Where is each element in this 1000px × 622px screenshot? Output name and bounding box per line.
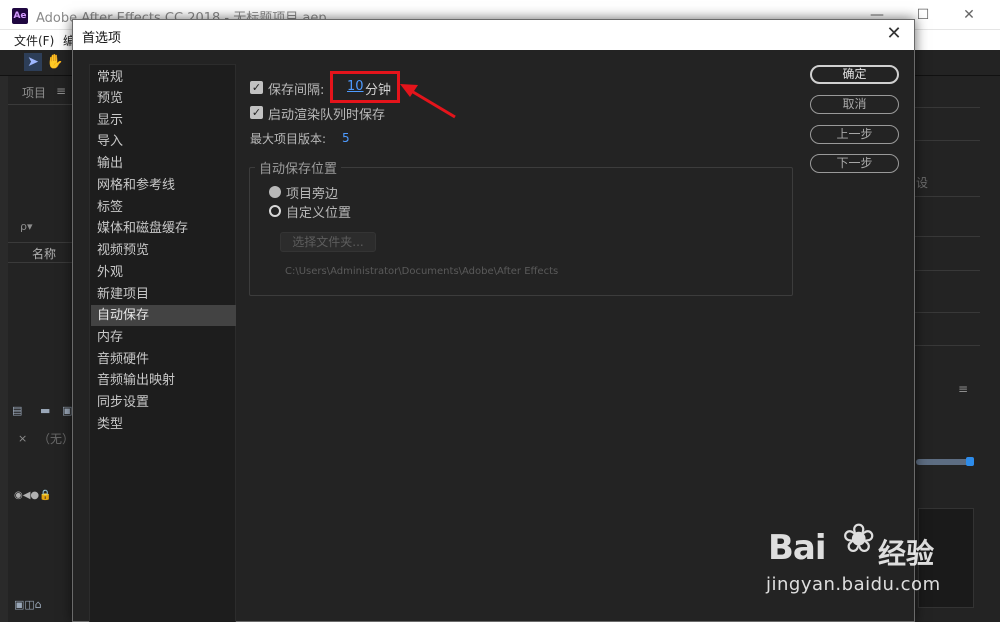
next-button[interactable]: 下一步 xyxy=(810,154,899,173)
panel-divider xyxy=(914,345,980,346)
max-versions-input[interactable]: 5 xyxy=(342,131,350,145)
auto-save-location-title: 自动保存位置 xyxy=(255,158,342,177)
menu-file[interactable]: 文件(F) xyxy=(14,32,54,49)
radio-next-to-project[interactable] xyxy=(269,186,281,198)
nav-item-auto-save[interactable]: 自动保存 xyxy=(91,305,236,326)
zoom-slider-handle[interactable] xyxy=(966,457,974,466)
annotation-arrow-icon xyxy=(400,84,456,119)
nav-item-type[interactable]: 类型 xyxy=(91,414,236,435)
save-interval-label: 保存间隔: xyxy=(268,83,325,98)
new-comp-icon[interactable]: ▣ xyxy=(62,404,72,417)
save-interval-checkbox[interactable]: ✓ xyxy=(250,81,263,94)
hand-tool-icon[interactable]: ✋ xyxy=(46,53,64,71)
watermark-brand: Bai xyxy=(768,528,827,568)
radio-custom-location[interactable] xyxy=(269,205,281,217)
panel-divider xyxy=(8,242,72,243)
panel-menu-icon[interactable]: ≡ xyxy=(958,382,968,396)
nav-item-video-preview[interactable]: 视频预览 xyxy=(91,240,236,261)
auto-save-folder-path: C:\Users\Administrator\Documents\Adobe\A… xyxy=(285,266,559,277)
interpret-footage-icon[interactable]: ▤ xyxy=(12,404,22,417)
nav-item-import[interactable]: 导入 xyxy=(91,131,236,152)
nav-item-audio-output-mapping[interactable]: 音频输出映射 xyxy=(91,370,236,391)
project-panel xyxy=(0,76,72,622)
ok-button[interactable]: 确定 xyxy=(810,65,899,84)
panel-divider xyxy=(914,107,980,108)
nav-item-display[interactable]: 显示 xyxy=(91,110,236,131)
radio-next-to-project-label: 项目旁边 xyxy=(286,187,339,202)
selection-tool-icon[interactable]: ➤ xyxy=(24,53,42,71)
partial-label: 设 xyxy=(916,176,929,190)
baidu-paw-icon: ❀ xyxy=(842,516,876,562)
panel-divider xyxy=(914,236,980,237)
search-icon[interactable]: ρ▾ xyxy=(20,220,33,233)
nav-item-media-cache[interactable]: 媒体和磁盘缓存 xyxy=(91,218,236,239)
after-effects-logo-icon: Ae xyxy=(12,8,28,24)
nav-item-memory[interactable]: 内存 xyxy=(91,327,236,348)
visibility-audio-solo-lock-icons[interactable]: ◉◀●🔒 xyxy=(14,490,52,501)
timeline-toggle-icons[interactable]: ▣◫⌂ xyxy=(14,598,42,611)
close-tab-icon[interactable]: × xyxy=(18,432,27,445)
watermark-chinese: 经验 xyxy=(878,537,935,570)
cancel-button[interactable]: 取消 xyxy=(810,95,899,114)
choose-folder-button[interactable]: 选择文件夹... xyxy=(280,232,376,252)
panel-divider xyxy=(914,312,980,313)
watermark-url: jingyan.baidu.com xyxy=(766,574,941,595)
radio-custom-location-label: 自定义位置 xyxy=(286,206,352,221)
panel-divider xyxy=(8,104,72,105)
new-folder-icon[interactable]: ▬ xyxy=(40,404,50,417)
save-on-render-label: 启动渲染队列时保存 xyxy=(268,108,386,123)
panel-edge xyxy=(0,76,8,622)
panel-divider xyxy=(914,270,980,271)
save-on-render-checkbox[interactable]: ✓ xyxy=(250,106,263,119)
preferences-category-list: 常规 预览 显示 导入 输出 网格和参考线 标签 媒体和磁盘缓存 视频预览 外观… xyxy=(89,64,236,622)
dialog-titlebar: 首选项 ✕ xyxy=(73,20,914,50)
nav-item-grids-guides[interactable]: 网格和参考线 xyxy=(91,175,236,196)
previous-button[interactable]: 上一步 xyxy=(810,125,899,144)
panel-divider xyxy=(8,262,72,263)
close-window-button[interactable]: ✕ xyxy=(954,4,984,26)
annotation-highlight-box xyxy=(330,71,400,103)
zoom-slider[interactable] xyxy=(916,459,970,465)
name-column-header[interactable]: 名称 xyxy=(32,245,56,262)
nav-item-general[interactable]: 常规 xyxy=(91,67,236,88)
nav-item-sync-settings[interactable]: 同步设置 xyxy=(91,392,236,413)
baidu-jingyan-watermark: Bai ❀ 经验 jingyan.baidu.com xyxy=(760,514,960,604)
dialog-title: 首选项 xyxy=(82,31,122,46)
nav-item-labels[interactable]: 标签 xyxy=(91,197,236,218)
dialog-close-button[interactable]: ✕ xyxy=(882,22,906,46)
nav-item-audio-hardware[interactable]: 音频硬件 xyxy=(91,349,236,370)
project-panel-label[interactable]: 项目 xyxy=(22,84,46,101)
nav-item-new-project[interactable]: 新建项目 xyxy=(91,284,236,305)
panel-menu-icon[interactable]: ≡ xyxy=(56,84,66,98)
max-versions-label: 最大项目版本: xyxy=(250,132,327,146)
panel-divider xyxy=(914,140,980,141)
nav-item-output[interactable]: 输出 xyxy=(91,153,236,174)
panel-divider xyxy=(914,196,980,197)
comp-none-label: （无） xyxy=(38,432,75,446)
nav-item-appearance[interactable]: 外观 xyxy=(91,262,236,283)
nav-item-previews[interactable]: 预览 xyxy=(91,88,236,109)
